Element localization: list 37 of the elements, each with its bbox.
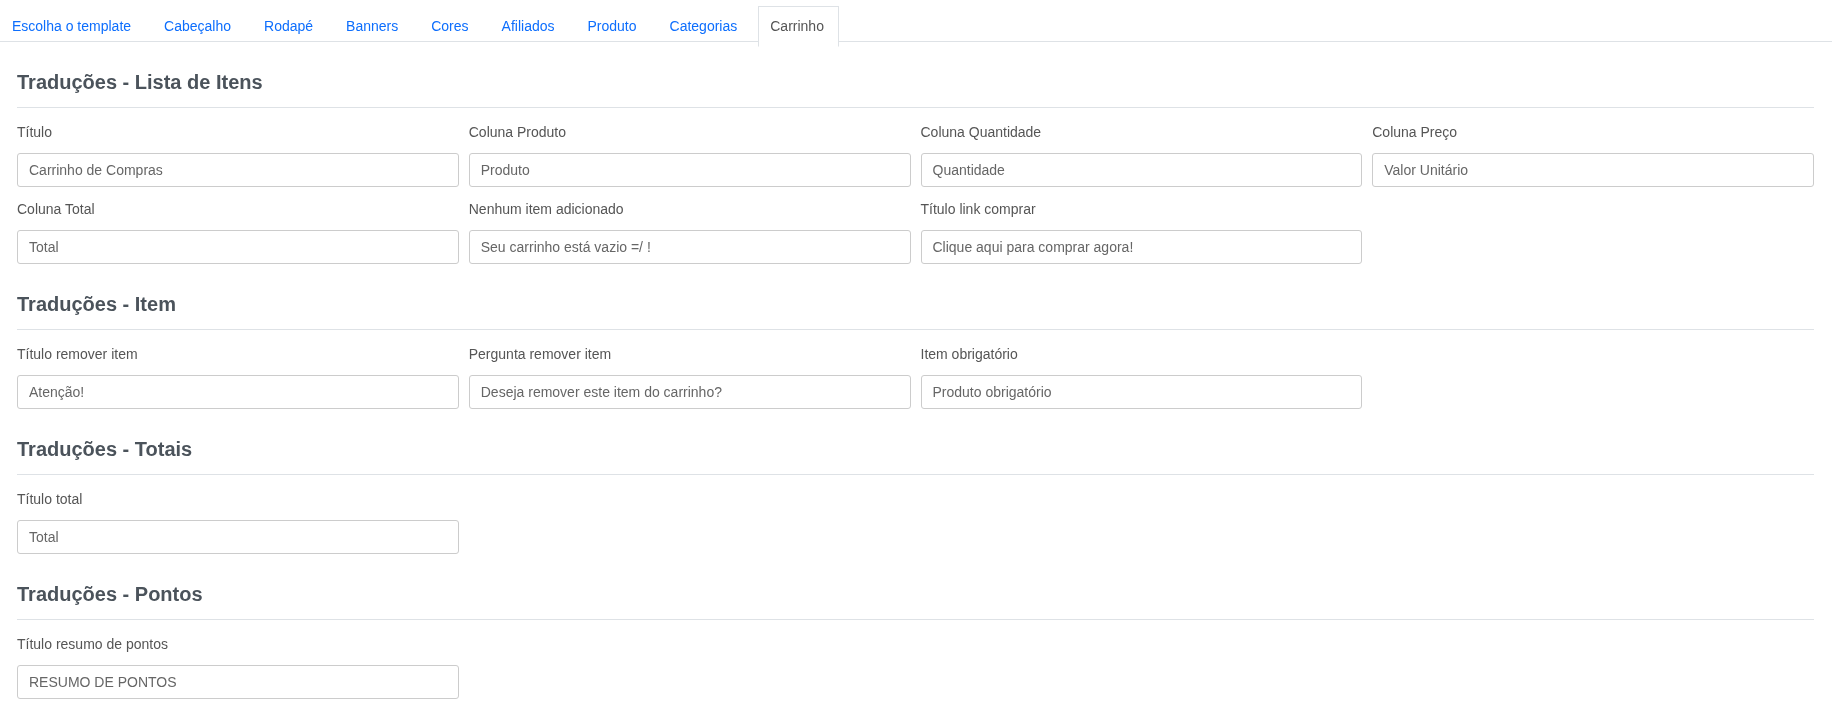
field-label: Nenhum item adicionado	[468, 200, 624, 219]
tab[interactable]: Cores	[419, 6, 484, 47]
tab[interactable]: Categorias	[657, 6, 753, 47]
text-field[interactable]: Carrinho de Compras	[17, 153, 459, 187]
field-label: Coluna Produto	[468, 123, 567, 142]
tab[interactable]: Produto	[575, 6, 652, 47]
section-heading: Traduções - Item	[17, 292, 1814, 330]
text-field[interactable]: Produto obrigatório	[920, 375, 1363, 409]
field-label: Título resumo de pontos	[17, 635, 168, 654]
section-heading: Traduções - Lista de Itens	[17, 70, 1814, 108]
field-label: Coluna Preço	[1372, 123, 1458, 142]
field-label: Título	[17, 123, 52, 142]
field-label: Coluna Total	[17, 200, 95, 219]
field-label: Pergunta remover item	[468, 345, 612, 364]
field-label: Coluna Quantidade	[920, 123, 1042, 142]
text-field[interactable]: Total	[17, 520, 459, 554]
tab[interactable]: Cabeçalho	[152, 6, 246, 47]
field-label: Título remover item	[17, 345, 138, 364]
text-field[interactable]: Total	[17, 230, 459, 264]
text-field[interactable]: Quantidade	[920, 153, 1363, 187]
section-heading: Traduções - Totais	[17, 437, 1814, 475]
field-label: Item obrigatório	[920, 345, 1018, 364]
text-field[interactable]: Clique aqui para comprar agora!	[920, 230, 1363, 264]
text-field[interactable]: RESUMO DE PONTOS	[17, 665, 459, 699]
text-field[interactable]: Produto	[468, 153, 911, 187]
tab[interactable]: Banners	[334, 6, 414, 47]
tab[interactable]: Escolha o template	[0, 6, 147, 47]
text-field[interactable]: Valor Unitário	[1372, 153, 1814, 187]
text-field[interactable]: Deseja remover este item do carrinho?	[468, 375, 911, 409]
tab[interactable]: Carrinho	[758, 6, 839, 47]
tab[interactable]: Rodapé	[252, 6, 329, 47]
text-field[interactable]: Atenção!	[17, 375, 459, 409]
field-label: Título link comprar	[920, 200, 1036, 219]
field-label: Título total	[17, 490, 83, 509]
tab[interactable]: Afiliados	[489, 6, 570, 47]
section-heading: Traduções - Pontos	[17, 582, 1814, 620]
text-field[interactable]: Seu carrinho está vazio =/ !	[468, 230, 911, 264]
